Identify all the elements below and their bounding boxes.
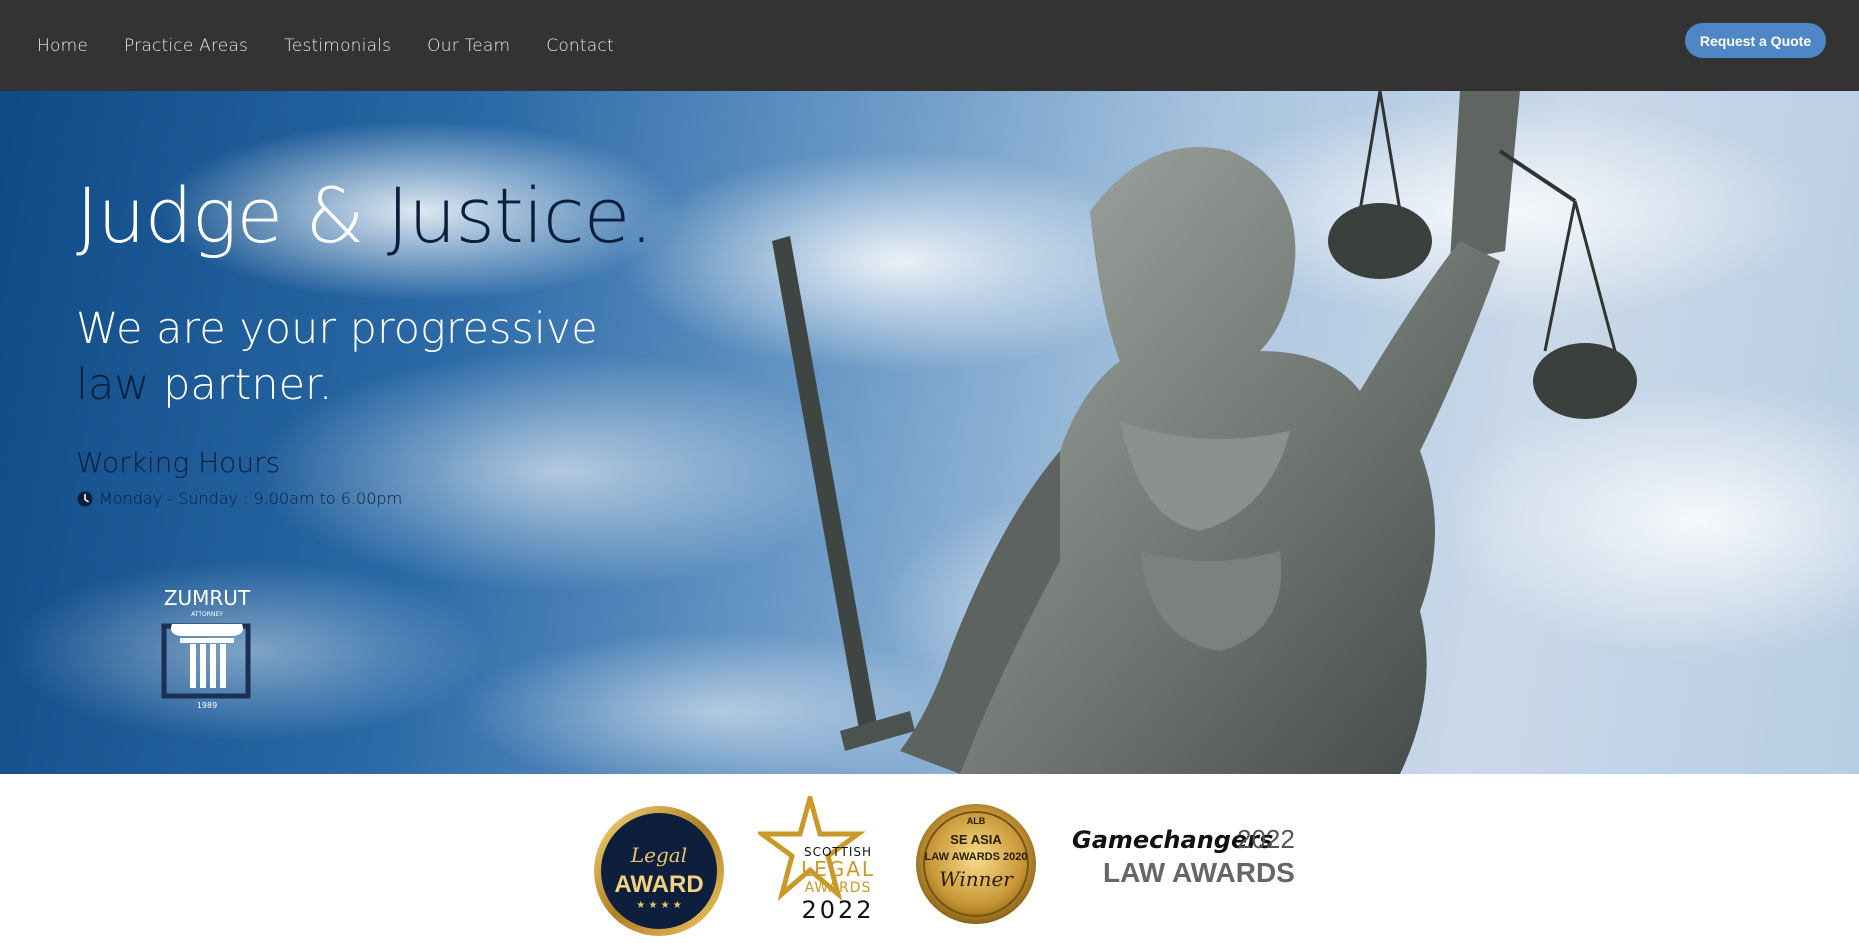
nav-contact[interactable]: Contact <box>546 36 614 56</box>
legal-award-line2: AWARD <box>614 871 703 898</box>
hero-title-part1: Judge & <box>76 171 387 260</box>
legal-award-badge: Legal AWARD ★ ★ ★ ★ <box>594 806 724 936</box>
se-asia-law-awards-badge: ALB SE ASIA LAW AWARDS 2020 Winner <box>916 804 1036 924</box>
working-hours-line: Monday - Sunday : 9.00am to 6.00pm <box>77 489 402 508</box>
hero-subtitle-dark: law <box>76 360 150 410</box>
alb-line1: ALB <box>967 816 986 826</box>
scottish-legal-awards-badge: SCOTTISH LEGAL AWARDS 2022 <box>758 796 875 924</box>
top-navbar: Home Practice Areas Testimonials Our Tea… <box>0 0 1859 91</box>
logo-tagline: ATTORNEY <box>191 611 223 618</box>
nav-links: Home Practice Areas Testimonials Our Tea… <box>37 0 650 91</box>
scottish-award-line3: AWARDS <box>805 880 872 896</box>
hero-subtitle-end: partner. <box>149 360 333 410</box>
request-quote-button[interactable]: Request a Quote <box>1685 23 1826 58</box>
working-hours-title: Working Hours <box>76 446 281 479</box>
logo-year: 1989 <box>197 701 217 710</box>
hero-title: Judge & Justice. <box>76 171 654 260</box>
zumrut-attorney-logo: ZUMRUT ATTORNEY 1989 <box>161 586 251 710</box>
hero-title-part2: Justice. <box>386 171 654 260</box>
stars-icon: ★ ★ ★ ★ <box>636 900 681 911</box>
working-hours-text: Monday - Sunday : 9.00am to 6.00pm <box>99 489 403 508</box>
gamechangers-line3: LAW AWARDS <box>1103 857 1294 888</box>
logo-name: ZUMRUT <box>164 586 251 610</box>
hero-section: Judge & Justice. We are your progressive… <box>0 91 1859 774</box>
alb-line3: LAW AWARDS 2020 <box>925 851 1028 863</box>
alb-line2: SE ASIA <box>950 832 1002 847</box>
gamechangers-law-awards-badge: Gamechangers 2022 LAW AWARDS <box>1072 824 1294 888</box>
hero-subtitle-line1: We are your progressive <box>76 304 598 354</box>
nav-testimonials[interactable]: Testimonials <box>284 36 391 56</box>
legal-award-line1: Legal <box>630 843 687 867</box>
clock-icon <box>77 491 93 506</box>
nav-practice-areas[interactable]: Practice Areas <box>124 36 248 56</box>
scottish-award-line4: 2022 <box>801 896 874 924</box>
awards-strip: Legal AWARD ★ ★ ★ ★ SCOTTISH LEGAL AWARD… <box>0 774 1859 943</box>
gamechangers-line2: 2022 <box>1237 824 1294 854</box>
hero-subtitle: We are your progressive law partner. <box>76 301 636 413</box>
alb-line4: Winner <box>939 867 1014 891</box>
nav-home[interactable]: Home <box>37 36 88 56</box>
nav-our-team[interactable]: Our Team <box>427 36 510 56</box>
scottish-award-line2: LEGAL <box>801 857 875 881</box>
